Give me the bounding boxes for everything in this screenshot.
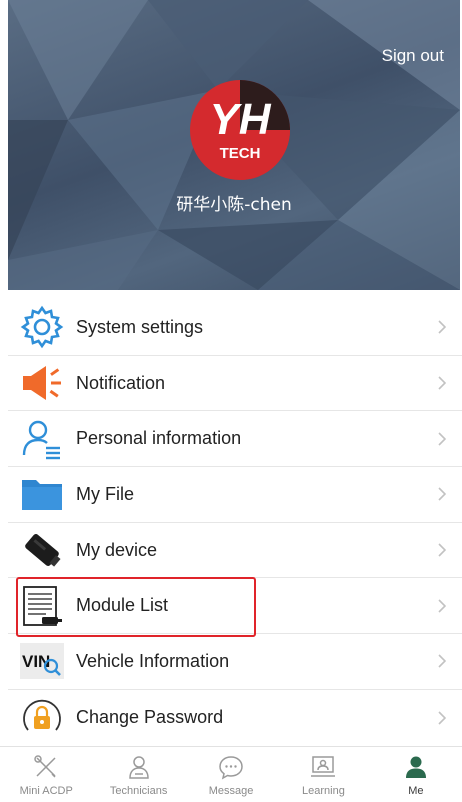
sign-out-button[interactable]: Sign out xyxy=(382,46,444,66)
avatar[interactable]: YH TECH xyxy=(188,78,292,182)
tab-learning[interactable]: Learning xyxy=(277,747,369,802)
menu-label: My device xyxy=(76,539,158,560)
profile-header: Sign out YH TECH 研华小陈-chen xyxy=(8,0,460,290)
megaphone-icon xyxy=(18,359,66,407)
logo-text: YH xyxy=(209,95,271,144)
tab-mini-acdp[interactable]: Mini ACDP xyxy=(0,747,92,802)
logo-subtext: TECH xyxy=(220,145,261,162)
menu-item-vehicle-information[interactable]: VIN Vehicle Information xyxy=(8,634,462,690)
tab-me[interactable]: Me xyxy=(370,747,462,802)
chat-icon xyxy=(217,753,245,781)
lock-icon xyxy=(18,694,66,742)
tab-message[interactable]: Message xyxy=(185,747,277,802)
menu-label: My File xyxy=(76,483,134,504)
learning-icon xyxy=(309,753,337,781)
tab-technicians[interactable]: Technicians xyxy=(92,747,184,802)
menu-item-system-settings[interactable]: System settings xyxy=(8,300,462,356)
chevron-right-icon xyxy=(438,320,446,334)
folder-icon xyxy=(18,470,66,518)
app-screen: Sign out YH TECH 研华小陈-chen System settin… xyxy=(0,0,462,802)
tab-label: Message xyxy=(208,785,254,797)
chevron-right-icon xyxy=(438,487,446,501)
menu-label: Module List xyxy=(76,595,169,616)
menu-item-change-password[interactable]: Change Password xyxy=(8,689,462,746)
person-icon xyxy=(18,415,66,463)
bottom-tab-bar: Mini ACDP Technicians Message Learning M… xyxy=(0,746,462,802)
menu-item-personal-information[interactable]: Personal information xyxy=(8,411,462,468)
chevron-right-icon xyxy=(438,543,446,557)
tab-label: Technicians xyxy=(109,785,168,797)
module-list-icon xyxy=(18,582,66,630)
menu-label: Vehicle Information xyxy=(76,650,230,671)
menu-item-notification[interactable]: Notification xyxy=(8,355,462,412)
device-icon xyxy=(18,526,66,574)
menu-label: System settings xyxy=(76,316,204,337)
me-icon xyxy=(402,753,430,781)
menu-item-my-device[interactable]: My device xyxy=(8,522,462,579)
chevron-right-icon xyxy=(438,376,446,390)
chevron-right-icon xyxy=(438,711,446,725)
tab-label: Me xyxy=(408,785,424,797)
vin-search-icon: VIN xyxy=(18,637,66,685)
menu-item-my-file[interactable]: My File xyxy=(8,467,462,523)
username: 研华小陈-chen xyxy=(176,195,292,215)
menu-label: Personal information xyxy=(76,428,242,449)
menu-item-module-list[interactable]: Module List xyxy=(8,578,462,635)
chevron-right-icon xyxy=(438,654,446,669)
tools-icon xyxy=(32,753,60,781)
settings-menu: System settings Notification Personal in… xyxy=(8,300,462,746)
tab-label: Mini ACDP xyxy=(19,785,73,797)
technician-icon xyxy=(125,753,153,781)
chevron-right-icon xyxy=(438,599,446,613)
tab-label: Learning xyxy=(302,785,345,797)
gear-icon xyxy=(18,303,66,351)
menu-label: Change Password xyxy=(76,707,224,728)
menu-label: Notification xyxy=(76,372,166,393)
chevron-right-icon xyxy=(438,432,446,446)
